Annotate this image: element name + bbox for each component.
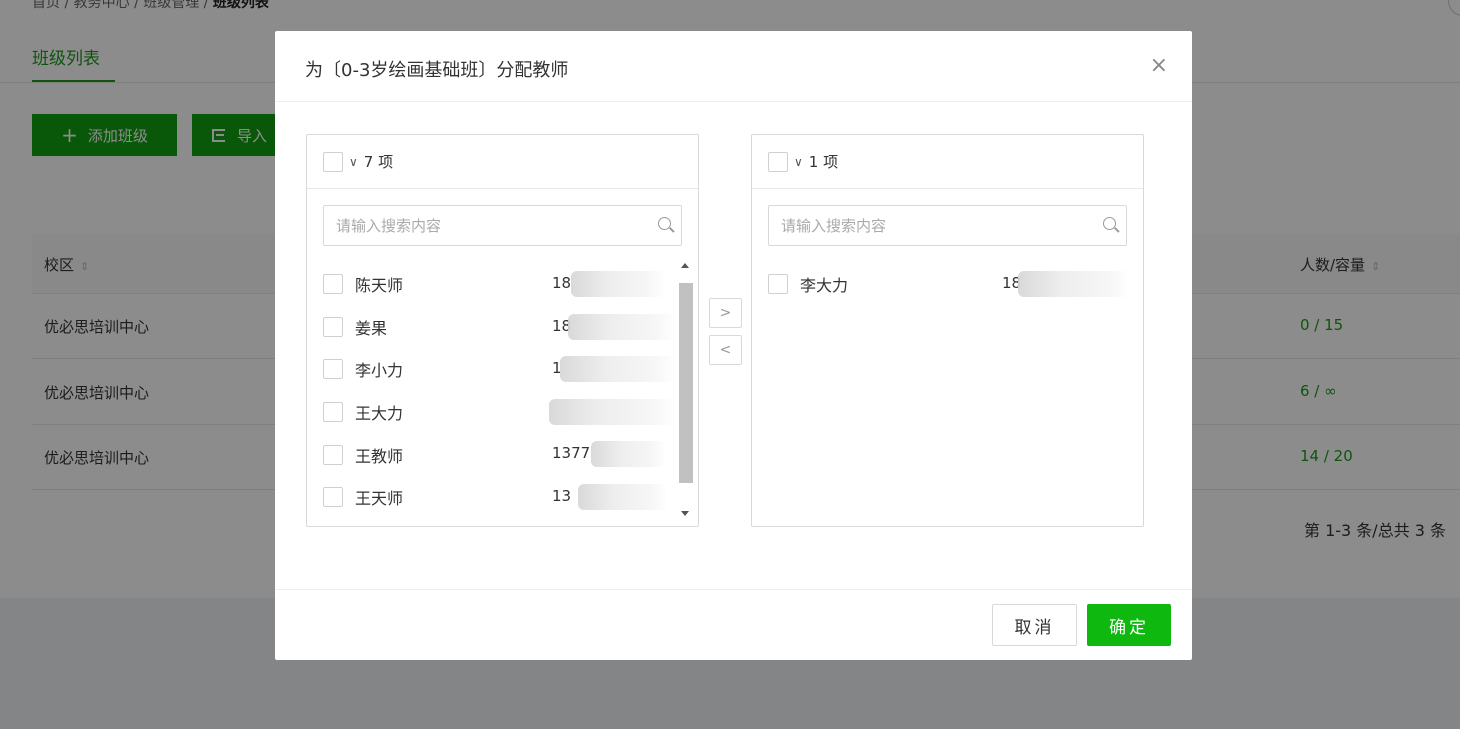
target-list: 李大力 18: [768, 263, 1130, 306]
search-placeholder: 请输入搜索内容: [781, 217, 887, 235]
select-all-checkbox[interactable]: [768, 151, 788, 172]
list-scrollbar[interactable]: [677, 263, 695, 525]
move-right-button[interactable]: >: [709, 298, 742, 328]
item-checkbox[interactable]: [323, 316, 343, 337]
item-checkbox[interactable]: [323, 274, 343, 295]
teacher-name: 陈天师: [355, 276, 404, 296]
dialog-title: 为〔0-3岁绘画基础班〕分配教师: [305, 60, 569, 81]
redacted-mask: [578, 483, 668, 510]
chevron-down-icon[interactable]: ∨: [794, 155, 803, 169]
item-checkbox[interactable]: [323, 402, 343, 423]
teacher-phone: 13: [552, 486, 572, 505]
redacted-mask: [549, 398, 676, 425]
scroll-down-icon[interactable]: [681, 511, 689, 516]
cancel-button[interactable]: 取消: [992, 604, 1077, 646]
source-search-input[interactable]: 请输入搜索内容: [323, 205, 682, 246]
dialog-footer: 取消 确定: [275, 589, 1192, 660]
teacher-name: 王大力: [355, 404, 404, 424]
list-item[interactable]: 王教师 1377: [323, 433, 673, 476]
search-icon: [658, 217, 671, 230]
item-checkbox[interactable]: [323, 444, 343, 465]
list-item[interactable]: 李小力 1: [323, 348, 676, 391]
source-list: 陈天师 18 姜果 18 李小力 1 王大力 王教师 1377 王天师 13: [323, 263, 676, 519]
chevron-down-icon[interactable]: ∨: [349, 155, 358, 169]
select-all-checkbox[interactable]: [323, 151, 343, 172]
teacher-phone: 18: [552, 274, 572, 292]
scroll-up-icon[interactable]: [681, 263, 689, 268]
target-search-input[interactable]: 请输入搜索内容: [768, 205, 1127, 246]
list-item[interactable]: 王天师 13: [323, 476, 673, 519]
redacted-mask: [591, 441, 666, 468]
source-list-panel: ∨ 7 项 请输入搜索内容 陈天师 18 姜果 18 李小力 1 王大力 王教师…: [306, 134, 699, 527]
teacher-name: 王天师: [355, 489, 404, 509]
redacted-mask: [568, 313, 676, 340]
item-checkbox[interactable]: [768, 274, 788, 295]
list-item[interactable]: 陈天师 18: [323, 263, 673, 306]
close-icon[interactable]: ×: [1150, 55, 1168, 77]
teacher-name: 姜果: [355, 318, 388, 338]
redacted-mask: [1018, 271, 1130, 297]
target-list-panel: ∨ 1 项 请输入搜索内容 李大力 18: [751, 134, 1144, 527]
teacher-name: 王教师: [355, 446, 404, 466]
redacted-mask: [560, 356, 676, 383]
source-count: 7 项: [363, 153, 394, 171]
confirm-button[interactable]: 确定: [1087, 604, 1171, 646]
teacher-name: 李大力: [800, 276, 849, 296]
teacher-name: 李小力: [355, 361, 404, 381]
list-item[interactable]: 李大力 18: [768, 263, 1130, 306]
item-checkbox[interactable]: [323, 359, 343, 380]
redacted-mask: [571, 271, 666, 297]
teacher-phone: 1377: [552, 444, 591, 463]
target-list-header: ∨ 1 项: [752, 135, 1143, 189]
source-list-header: ∨ 7 项: [307, 135, 698, 189]
list-item[interactable]: 王大力: [323, 391, 676, 434]
move-left-button[interactable]: <: [709, 335, 742, 365]
search-icon: [1103, 217, 1116, 230]
target-count: 1 项: [808, 153, 839, 171]
dialog-header: 为〔0-3岁绘画基础班〕分配教师 ×: [275, 31, 1192, 102]
item-checkbox[interactable]: [323, 487, 343, 508]
assign-teacher-dialog: 为〔0-3岁绘画基础班〕分配教师 × ∨ 7 项 请输入搜索内容 陈天师 18 …: [275, 31, 1192, 660]
search-placeholder: 请输入搜索内容: [336, 217, 442, 235]
scroll-thumb[interactable]: [679, 283, 693, 483]
list-item[interactable]: 姜果 18: [323, 306, 676, 349]
